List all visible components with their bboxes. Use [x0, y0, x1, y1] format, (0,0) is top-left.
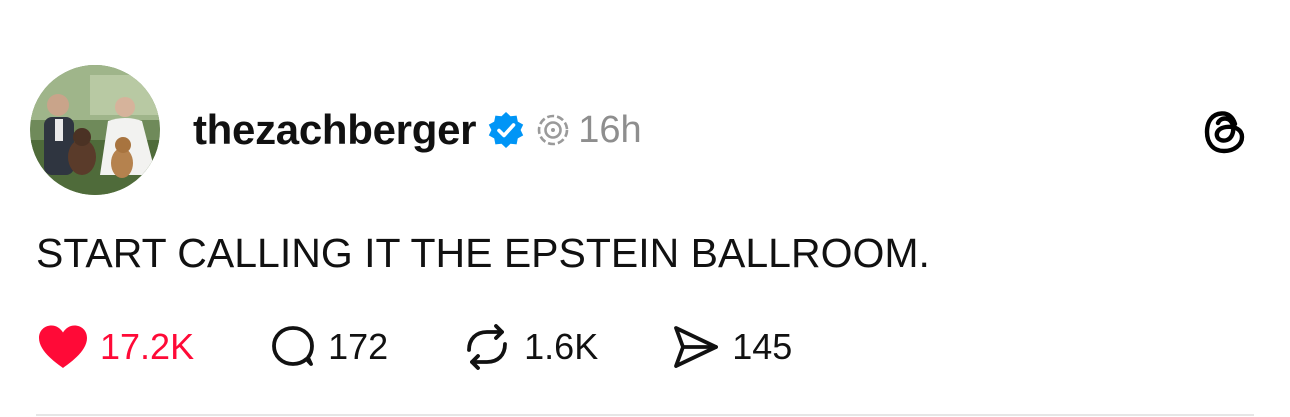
- post-header: thezachberger 16h: [193, 104, 642, 156]
- share-button[interactable]: 145: [670, 322, 792, 372]
- reply-button[interactable]: 172: [268, 322, 388, 372]
- threads-spiral-icon: [536, 113, 570, 147]
- repost-count: 1.6K: [524, 326, 599, 367]
- like-button[interactable]: 17.2K: [36, 323, 194, 371]
- heart-filled-icon: [36, 323, 90, 371]
- repost-button[interactable]: 1.6K: [460, 322, 598, 372]
- send-icon: [670, 322, 722, 372]
- verified-badge-icon: [486, 110, 526, 150]
- threads-logo-icon[interactable]: [1200, 106, 1250, 158]
- comment-bubble-icon: [268, 322, 318, 372]
- repost-icon: [460, 322, 514, 372]
- like-count: 17.2K: [100, 326, 195, 367]
- post-timestamp: 16h: [578, 108, 642, 151]
- avatar[interactable]: [30, 65, 160, 195]
- divider: [36, 414, 1254, 416]
- share-count: 145: [732, 326, 793, 367]
- post-text: START CALLING IT THE EPSTEIN BALLROOM.: [36, 230, 930, 276]
- thread-post: thezachberger 16h START CALLING IT THE E…: [0, 0, 1290, 417]
- username[interactable]: thezachberger: [193, 106, 477, 154]
- action-bar: 17.2K 172 1.6K 145: [36, 322, 792, 372]
- reply-count: 172: [328, 326, 389, 367]
